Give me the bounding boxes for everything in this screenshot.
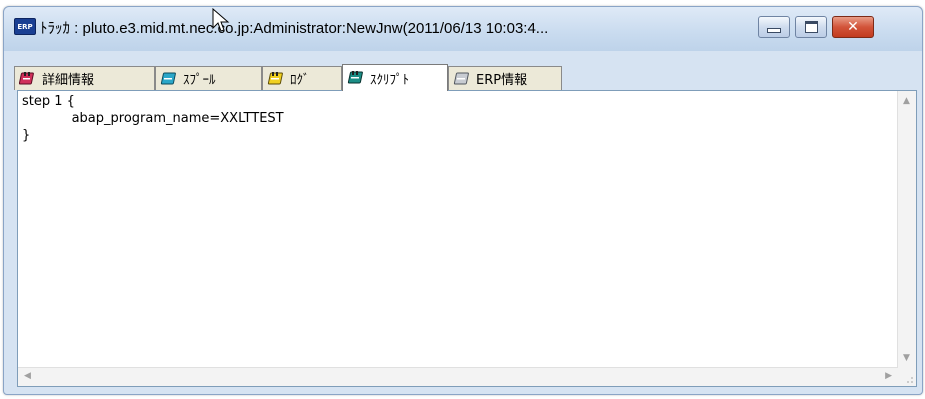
- scroll-up-icon[interactable]: ▲: [903, 97, 910, 106]
- tab-label: ｽﾌﾟｰﾙ: [183, 73, 216, 88]
- script-line: abap_program_name=XXLTTEST: [22, 111, 284, 126]
- close-button[interactable]: ✕: [832, 16, 874, 38]
- resize-grip-icon[interactable]: [898, 368, 916, 386]
- notebook-icon: [347, 70, 365, 86]
- tab-strip: 詳細情報 ｽﾌﾟｰﾙ ﾛｸﾞ ｽｸﾘﾌﾟﾄ ERP情報: [14, 64, 914, 91]
- horizontal-scrollbar[interactable]: ◀ ▶: [18, 367, 898, 386]
- script-line: step 1 {: [22, 94, 75, 109]
- scroll-left-icon[interactable]: ◀: [24, 372, 31, 381]
- scroll-right-icon[interactable]: ▶: [885, 372, 892, 381]
- tab-log[interactable]: ﾛｸﾞ: [262, 66, 342, 90]
- notebook-icon: [267, 71, 285, 87]
- title-bar[interactable]: ERP ﾄﾗｯｶ : pluto.e3.mid.mt.nec.co.jp:Adm…: [4, 7, 922, 51]
- maximize-button[interactable]: [795, 16, 827, 38]
- tab-erp-info[interactable]: ERP情報: [448, 66, 562, 90]
- scroll-down-icon[interactable]: ▼: [903, 354, 910, 363]
- tab-label: 詳細情報: [42, 73, 95, 88]
- tab-label: ﾛｸﾞ: [290, 73, 310, 88]
- minimize-icon: [767, 27, 781, 33]
- script-panel[interactable]: step 1 { abap_program_name=XXLTTEST } ▲ …: [17, 90, 917, 387]
- notebook-icon: [18, 71, 37, 87]
- maximize-icon: [804, 21, 818, 33]
- close-icon: ✕: [847, 19, 859, 35]
- minimize-button[interactable]: [758, 16, 790, 38]
- window-title: ﾄﾗｯｶ : pluto.e3.mid.mt.nec.co.jp:Adminis…: [40, 20, 549, 37]
- vertical-scrollbar[interactable]: ▲ ▼: [897, 91, 916, 368]
- tab-label: ｽｸﾘﾌﾟﾄ: [370, 72, 409, 88]
- erp-app-icon: ERP: [14, 18, 36, 35]
- script-text-area[interactable]: step 1 { abap_program_name=XXLTTEST }: [22, 93, 894, 366]
- tab-details[interactable]: 詳細情報: [14, 66, 155, 90]
- tab-script[interactable]: ｽｸﾘﾌﾟﾄ: [342, 64, 448, 91]
- mouse-cursor-icon: [212, 8, 230, 32]
- notebook-icon: [453, 71, 471, 87]
- tab-label: ERP情報: [476, 73, 528, 88]
- tracker-window: ERP ﾄﾗｯｶ : pluto.e3.mid.mt.nec.co.jp:Adm…: [3, 6, 923, 395]
- script-line: }: [22, 128, 31, 143]
- notebook-icon: [160, 71, 178, 87]
- tab-spool[interactable]: ｽﾌﾟｰﾙ: [155, 66, 262, 90]
